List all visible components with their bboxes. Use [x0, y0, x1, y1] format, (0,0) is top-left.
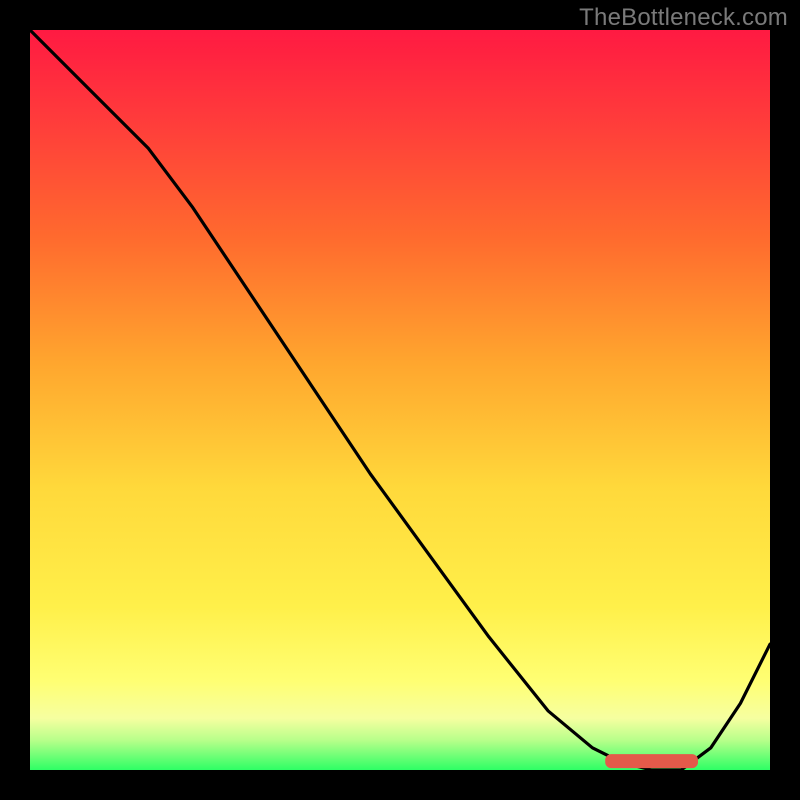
watermark-text: TheBottleneck.com	[579, 4, 788, 32]
bottleneck-curve	[30, 30, 770, 770]
min-region-marker	[607, 756, 696, 766]
chart-overlay	[30, 30, 770, 770]
chart-frame: TheBottleneck.com	[0, 0, 800, 800]
plot-area	[30, 30, 770, 770]
